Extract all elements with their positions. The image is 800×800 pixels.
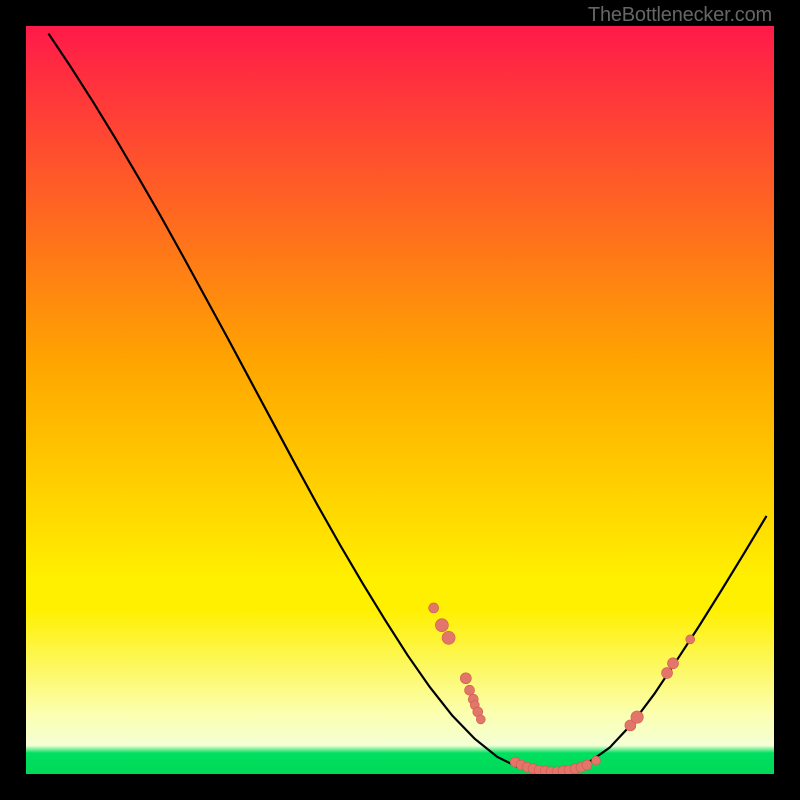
data-marker <box>582 760 592 770</box>
data-marker <box>631 711 643 723</box>
data-marker <box>442 631 455 644</box>
data-marker <box>465 685 475 695</box>
bottleneck-chart <box>26 26 774 774</box>
data-marker <box>668 658 679 669</box>
data-marker <box>476 715 485 724</box>
data-marker <box>686 635 695 644</box>
data-marker <box>460 673 471 684</box>
chart-frame <box>26 26 774 774</box>
watermark-text: TheBottlenecker.com <box>588 4 772 27</box>
data-marker <box>591 756 600 765</box>
data-marker <box>435 619 448 632</box>
data-marker <box>429 603 439 613</box>
chart-background <box>26 26 774 774</box>
data-marker <box>662 668 673 679</box>
